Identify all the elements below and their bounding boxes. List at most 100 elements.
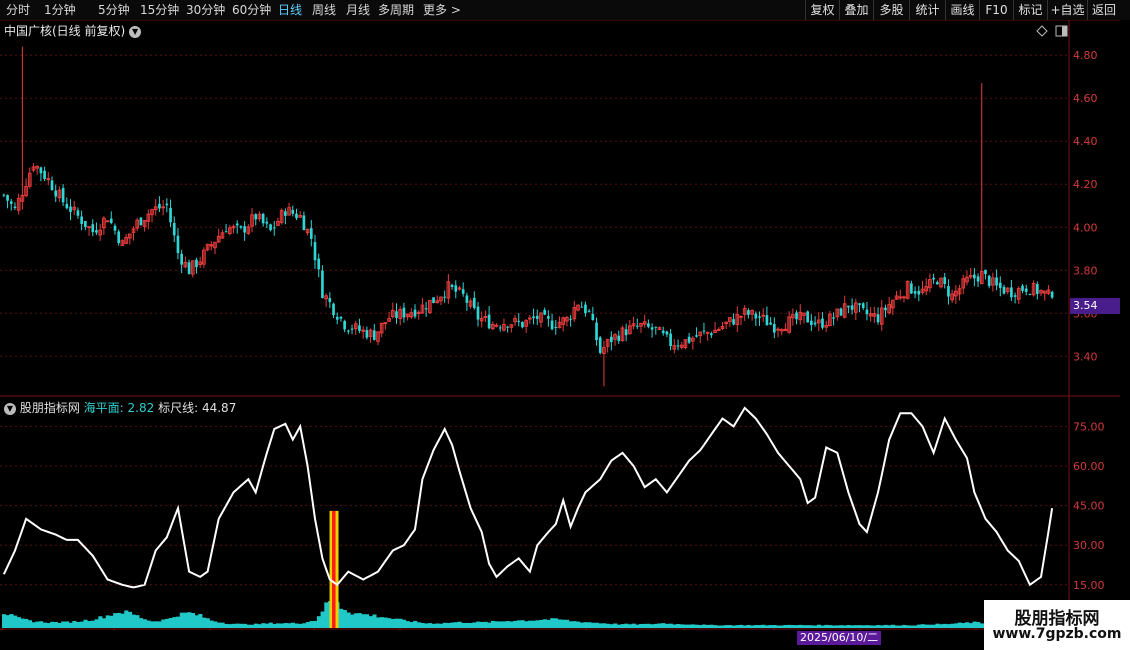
volume-bar <box>876 625 881 628</box>
candle-body <box>765 315 769 326</box>
volume-bar <box>950 623 955 628</box>
candle <box>724 321 729 330</box>
volume-bar <box>565 619 570 628</box>
diamond-icon[interactable] <box>1036 25 1048 37</box>
volume-bar <box>283 623 288 628</box>
volume-bar <box>124 610 129 628</box>
volume-bar <box>831 625 836 628</box>
volume-bar <box>268 622 273 628</box>
candle-body <box>813 322 817 325</box>
candle-body <box>517 320 521 322</box>
volume-bar <box>294 623 299 628</box>
candle <box>239 225 243 230</box>
candle <box>554 320 558 335</box>
candle <box>231 224 236 234</box>
candle-body <box>383 322 388 325</box>
candle <box>257 211 262 222</box>
candle <box>216 228 221 243</box>
volume-bar <box>742 625 747 628</box>
candle-body <box>176 235 180 254</box>
candle-body <box>554 327 558 329</box>
candle-body <box>65 203 69 209</box>
candle-body <box>187 262 191 275</box>
chevron-down-icon[interactable]: ▼ <box>4 402 16 415</box>
candle-body <box>847 305 850 308</box>
volume-bar <box>476 621 481 628</box>
volume-bar <box>439 623 444 628</box>
candle <box>139 216 143 226</box>
volume-bar <box>102 618 107 628</box>
volume-bar <box>650 624 655 628</box>
volume-bar <box>50 621 55 628</box>
candle <box>269 223 272 232</box>
candle <box>435 295 440 304</box>
candle <box>683 339 688 350</box>
volume-bar <box>302 623 307 628</box>
volume-bar <box>724 625 729 628</box>
candle <box>957 284 962 301</box>
candle-body <box>624 329 628 336</box>
volume-bar <box>172 617 177 628</box>
candle <box>461 282 465 297</box>
candle <box>416 310 421 320</box>
volume-bar <box>509 621 514 628</box>
volume-bar <box>431 623 436 628</box>
candle-body <box>372 330 376 340</box>
candle <box>350 324 354 335</box>
candle <box>698 331 703 344</box>
candle-body <box>87 226 91 229</box>
candle <box>720 322 725 331</box>
volume-bar <box>468 622 473 628</box>
candle <box>979 83 984 285</box>
volume-bar <box>313 620 318 628</box>
candle <box>839 307 843 317</box>
volume-bar <box>776 625 781 628</box>
kline-chart[interactable]: 4.804.604.404.204.003.803.603.4075.0060.… <box>0 0 1120 630</box>
volume-bar <box>698 625 703 628</box>
candle <box>91 219 95 237</box>
panel-toggle-icon[interactable] <box>1055 25 1068 37</box>
volume-bar <box>568 621 573 628</box>
candle <box>910 280 913 294</box>
candle <box>669 328 672 351</box>
candle <box>124 234 128 245</box>
volume-bar <box>298 623 303 628</box>
candle <box>950 289 954 303</box>
candle-body <box>528 317 532 320</box>
candle <box>31 163 36 173</box>
candle <box>576 304 580 312</box>
volume-bar <box>64 621 70 628</box>
candle <box>150 208 154 223</box>
volume-bar <box>946 624 951 628</box>
volume-bar <box>839 625 844 628</box>
volume-bar <box>905 625 910 628</box>
candle <box>987 274 991 289</box>
candle <box>172 216 176 243</box>
candle <box>602 340 606 387</box>
candle <box>650 323 654 338</box>
candle <box>298 211 303 218</box>
candle <box>905 280 910 300</box>
candle <box>691 335 695 350</box>
candle-body <box>569 318 572 320</box>
volume-bar <box>772 625 777 628</box>
volume-bar <box>672 624 677 628</box>
volume-bar <box>768 625 773 628</box>
candle <box>413 304 417 319</box>
candle <box>816 312 821 332</box>
candle <box>443 290 446 303</box>
candle <box>39 166 43 182</box>
candle <box>550 313 554 331</box>
candle <box>250 208 254 233</box>
volume-bar <box>779 625 784 628</box>
candle <box>732 313 735 326</box>
candle <box>739 315 743 326</box>
candle <box>847 305 850 314</box>
candle <box>220 229 225 239</box>
candle <box>54 184 58 203</box>
candle-body <box>1002 286 1006 294</box>
volume-bar <box>176 616 181 628</box>
price-tick-label: 4.40 <box>1073 135 1098 148</box>
volume-bar <box>791 625 796 628</box>
chevron-down-icon[interactable]: ▼ <box>129 25 142 38</box>
